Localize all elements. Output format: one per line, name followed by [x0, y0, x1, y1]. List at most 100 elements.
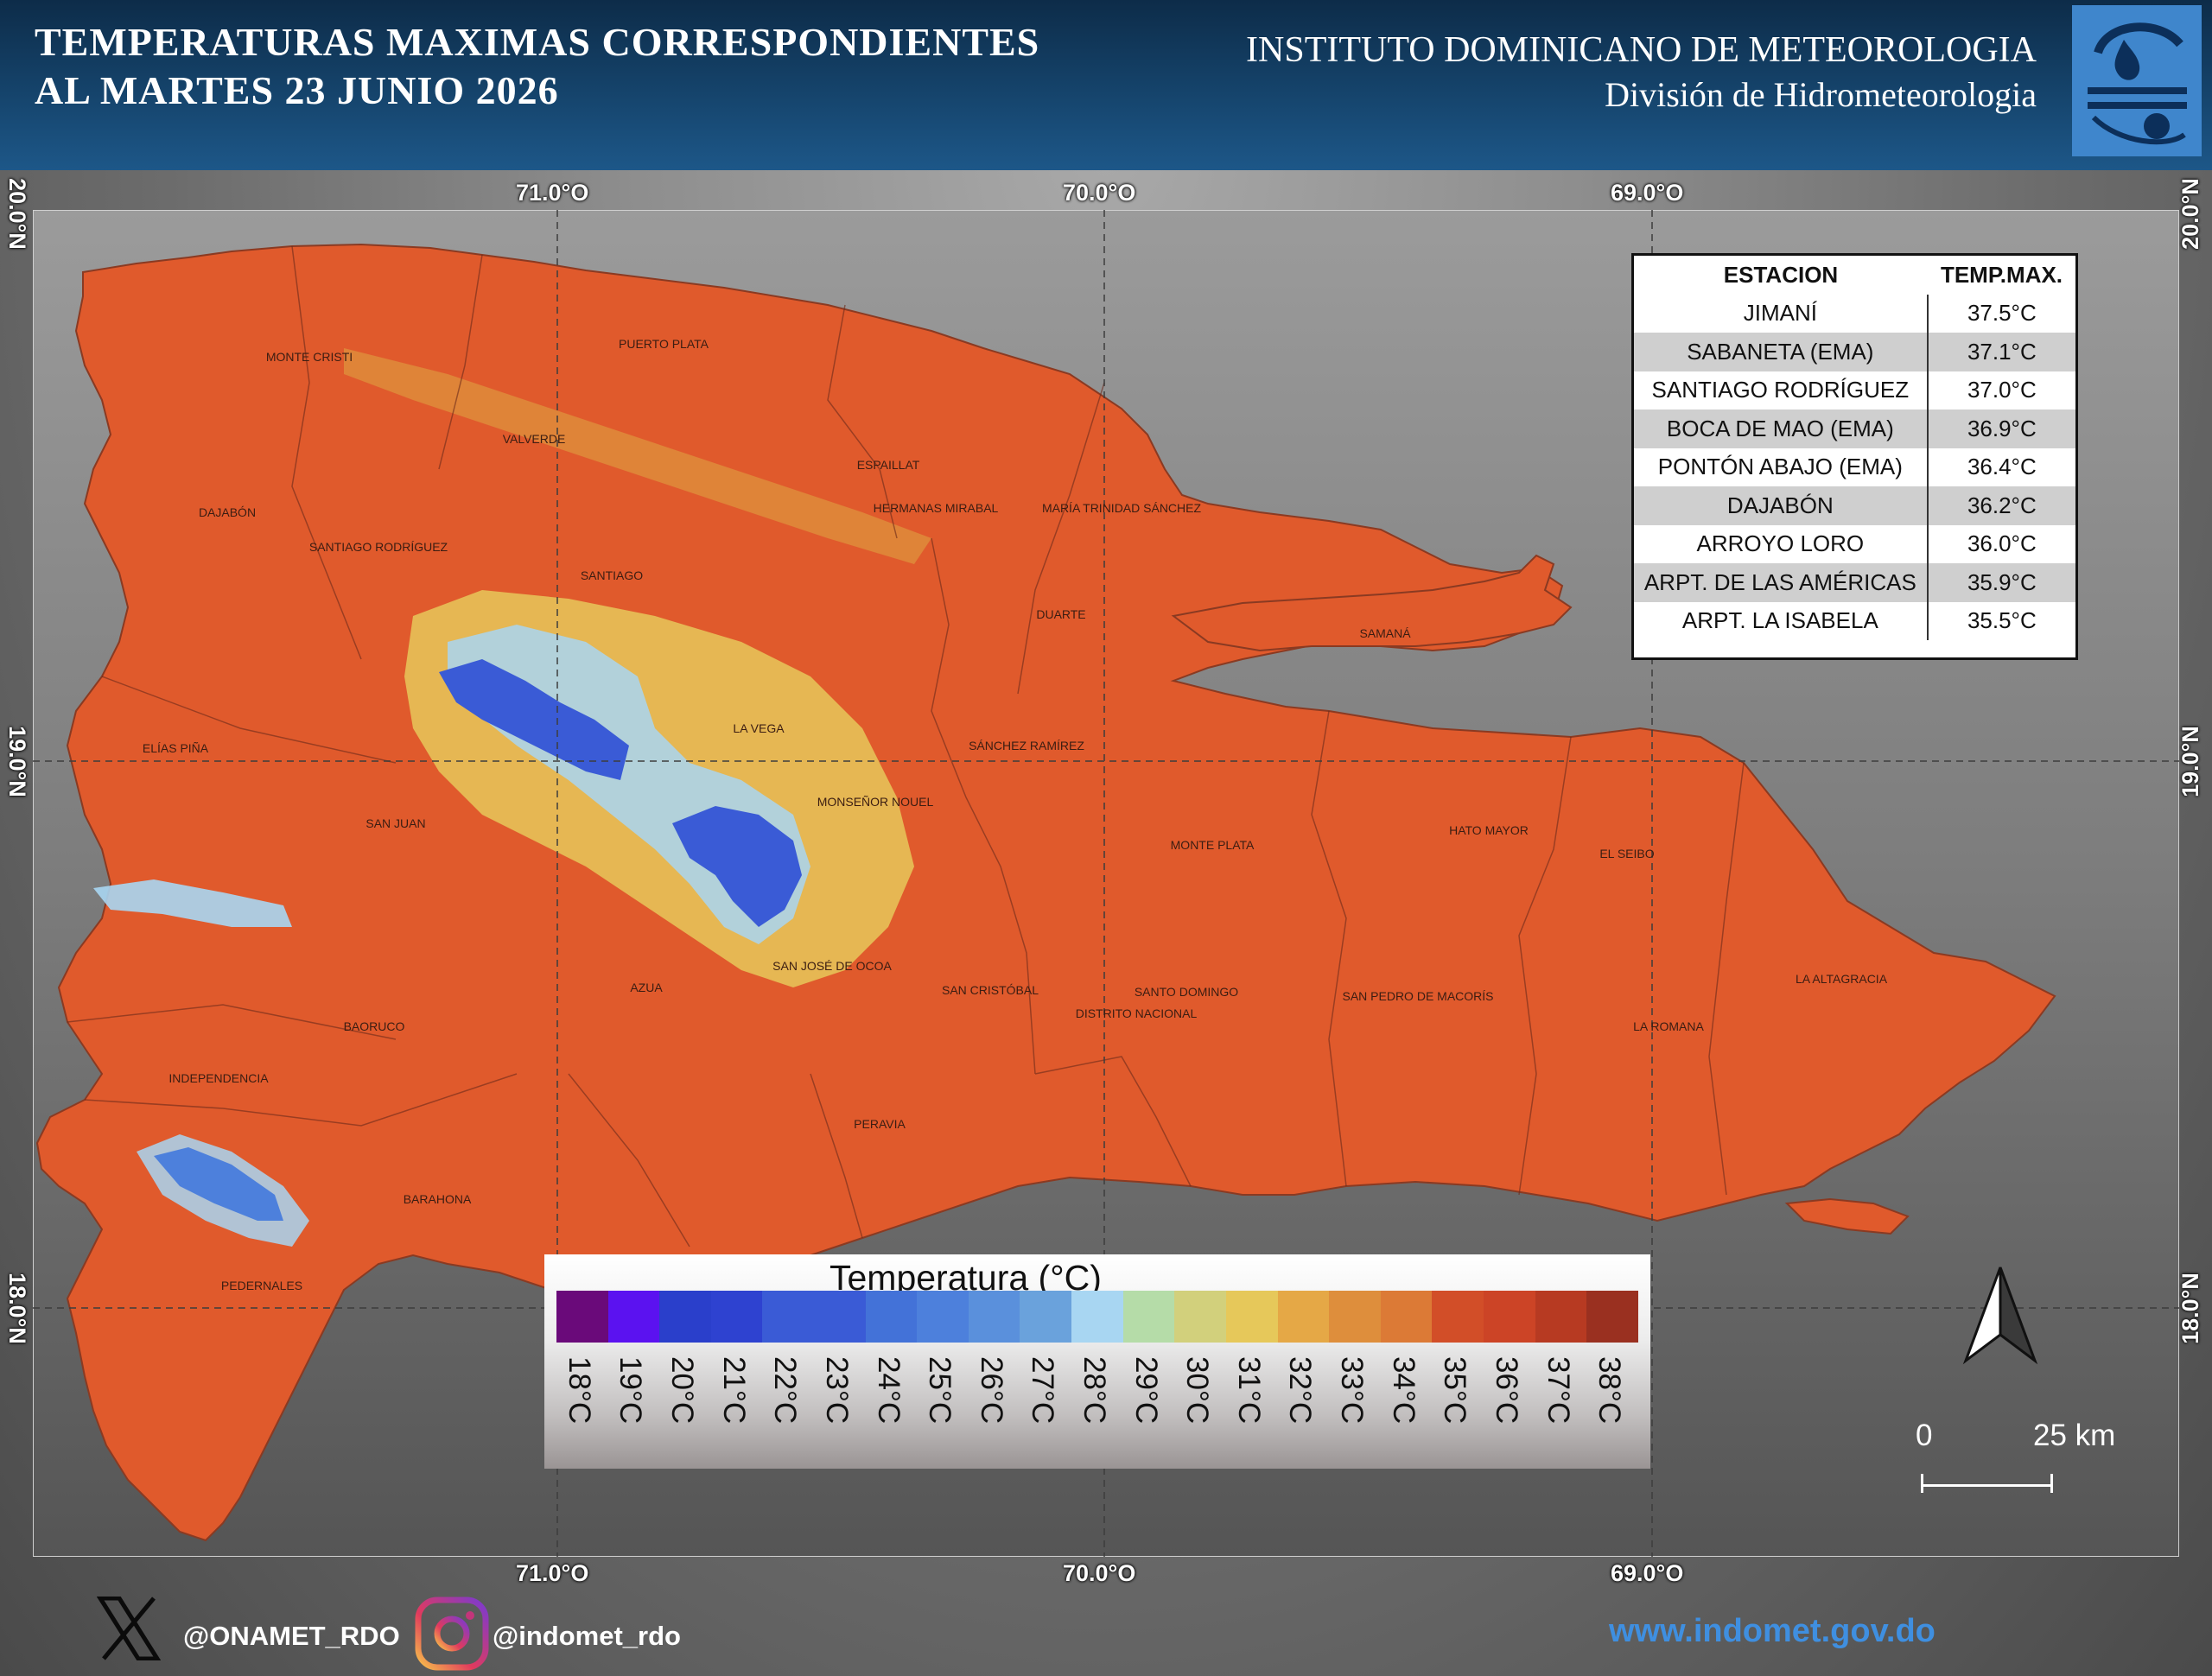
lon-label-top-3: 69.0°O — [1611, 180, 1684, 206]
station-temp-value: 37.1°C — [1926, 333, 2075, 371]
station-name: SABANETA (EMA) — [1687, 338, 1874, 365]
province-label: PEDERNALES — [221, 1279, 302, 1292]
legend-swatch — [917, 1291, 969, 1343]
lat-label-left-3: 18.0°N — [3, 1273, 30, 1344]
province-label: MONTE PLATA — [1171, 838, 1255, 852]
legend-swatch — [1329, 1291, 1381, 1343]
province-label: SÁNCHEZ RAMÍREZ — [969, 739, 1084, 752]
legend-tick-label: 34°C — [1386, 1356, 1421, 1425]
province-label: SAN JUAN — [365, 816, 425, 830]
lat-label-right-3: 18.0°N — [2177, 1273, 2203, 1344]
legend-tick-label: 21°C — [716, 1356, 751, 1425]
legend-tick-label: 29°C — [1128, 1356, 1163, 1425]
instagram-handle[interactable]: @indomet_rdo — [493, 1621, 681, 1652]
legend-tick-label: 38°C — [1592, 1356, 1627, 1425]
scale-tick-left — [1921, 1474, 1923, 1493]
scale-start: 0 — [1916, 1419, 1933, 1452]
station-name: PONTÓN ABAJO (EMA) — [1657, 454, 1903, 480]
station-table: ESTACION TEMP.MAX. JIMANÍ 37.5°C SABANETA … — [1631, 253, 2078, 660]
province-label: LA ROMANA — [1633, 1019, 1704, 1033]
legend-swatch — [1071, 1291, 1123, 1343]
instagram-icon[interactable] — [415, 1597, 489, 1671]
legend-swatch — [968, 1291, 1020, 1343]
x-logo-icon[interactable] — [97, 1597, 161, 1660]
station-temp-value: 35.5°C — [1926, 601, 2075, 640]
station-temp-value: 36.2°C — [1926, 486, 2075, 525]
legend-swatch — [865, 1291, 918, 1343]
scale-line — [1923, 1484, 2052, 1487]
province-label: SAN JOSÉ DE OCOA — [772, 959, 892, 973]
province-label: HERMANAS MIRABAL — [874, 501, 999, 515]
scale-bar: 0 25 km — [1905, 1419, 2115, 1496]
province-label: EL SEIBO — [1599, 847, 1654, 860]
province-label: MONTE CRISTI — [266, 350, 353, 364]
legend-swatch — [1586, 1291, 1638, 1343]
legend-swatch — [1277, 1291, 1330, 1343]
title-line-2: AL MARTES 23 JUNIO 2026 — [35, 68, 559, 112]
province-label: DAJABÓN — [199, 505, 256, 519]
province-label: LA VEGA — [733, 721, 785, 735]
value-header: TEMP.MAX. — [1940, 261, 2063, 288]
org-name: INSTITUTO DOMINICANO DE METEOROLOGIA — [1246, 30, 2037, 70]
legend-tick-label: 20°C — [665, 1356, 700, 1425]
website-link[interactable]: www.indomet.gov.do — [1609, 1613, 1936, 1650]
org-division: División de Hidrometeorologia — [1605, 75, 2037, 114]
province-label: MARÍA TRINIDAD SÁNCHEZ — [1042, 501, 1202, 515]
station-temp-value: 36.9°C — [1926, 409, 2075, 448]
province-label: MONSEÑOR NOUEL — [817, 795, 934, 809]
province-label: HATO MAYOR — [1449, 823, 1529, 837]
legend-swatch — [1380, 1291, 1433, 1343]
legend-swatch — [1122, 1291, 1175, 1343]
station-name: JIMANÍ — [1743, 300, 1817, 327]
province-label: SAMANÁ — [1359, 626, 1411, 640]
province-label: AZUA — [630, 981, 663, 994]
legend-swatch — [710, 1291, 763, 1343]
legend-tick-label: 27°C — [1026, 1356, 1060, 1425]
province-label: SANTO DOMINGO — [1135, 985, 1238, 999]
province-label: SANTIAGO RODRÍGUEZ — [309, 540, 448, 554]
temperature-legend: Temperatura (°C) 18°C 19°C 20°C 21°C 22°C 23°… — [544, 1254, 1650, 1469]
legend-tick-label: 32°C — [1283, 1356, 1318, 1425]
station-name: ARPT. LA ISABELA — [1681, 607, 1878, 634]
legend-tick-label: 31°C — [1231, 1356, 1266, 1425]
station-temp-value: 36.4°C — [1926, 448, 2075, 486]
station-temp-value: 37.5°C — [1926, 294, 2075, 333]
province-label: DISTRITO NACIONAL — [1076, 1006, 1198, 1020]
legend-swatch — [556, 1291, 608, 1343]
legend-tick-label: 28°C — [1077, 1356, 1111, 1425]
legend-swatch — [814, 1291, 866, 1343]
scale-tick-right — [2050, 1474, 2053, 1493]
legend-tick-label: 23°C — [819, 1356, 854, 1425]
station-row: SANTIAGO RODRÍGUEZ 37.0°C — [1634, 371, 2075, 409]
legend-tick-label: 35°C — [1438, 1356, 1472, 1425]
province-label: BARAHONA — [404, 1192, 472, 1206]
legend-tick-label: 18°C — [562, 1356, 596, 1425]
legend-swatch — [1483, 1291, 1535, 1343]
x-handle[interactable]: @ONAMET_RDO — [183, 1621, 400, 1652]
lat-label-left-2: 19.0°N — [3, 726, 30, 797]
station-name: BOCA DE MAO (EMA) — [1666, 415, 1894, 441]
station-row: ARPT. LA ISABELA 35.5°C — [1634, 601, 2075, 640]
legend-swatch — [1535, 1291, 1587, 1343]
legend-swatch — [1020, 1291, 1072, 1343]
lat-label-left-1: 20.0°N — [3, 178, 30, 250]
station-row: DAJABÓN 36.2°C — [1634, 486, 2075, 525]
station-temp-value: 36.0°C — [1926, 524, 2075, 563]
legend-swatch — [762, 1291, 815, 1343]
title-line-1: TEMPERATURAS MAXIMAS CORRESPONDIENTES — [35, 20, 1040, 64]
legend-tick-label: 33°C — [1335, 1356, 1370, 1425]
lon-label-top-2: 70.0°O — [1063, 180, 1136, 206]
province-label: INDEPENDENCIA — [168, 1071, 269, 1085]
legend-tick-label: 25°C — [923, 1356, 957, 1425]
legend-tick-label: 30°C — [1180, 1356, 1215, 1425]
station-row: ARPT. DE LAS AMÉRICAS 35.9°C — [1634, 563, 2075, 602]
province-label: ELÍAS PIÑA — [143, 741, 209, 755]
station-name: ARPT. DE LAS AMÉRICAS — [1643, 568, 1916, 595]
lon-label-top-1: 71.0°O — [516, 180, 589, 206]
legend-tick-label: 24°C — [871, 1356, 906, 1425]
scale-end: 25 km — [2033, 1419, 2116, 1452]
province-label: DUARTE — [1036, 607, 1085, 621]
province-label: ESPAILLAT — [857, 458, 920, 472]
province-label: PERAVIA — [854, 1117, 906, 1131]
legend-tick-label: 19°C — [613, 1356, 648, 1425]
